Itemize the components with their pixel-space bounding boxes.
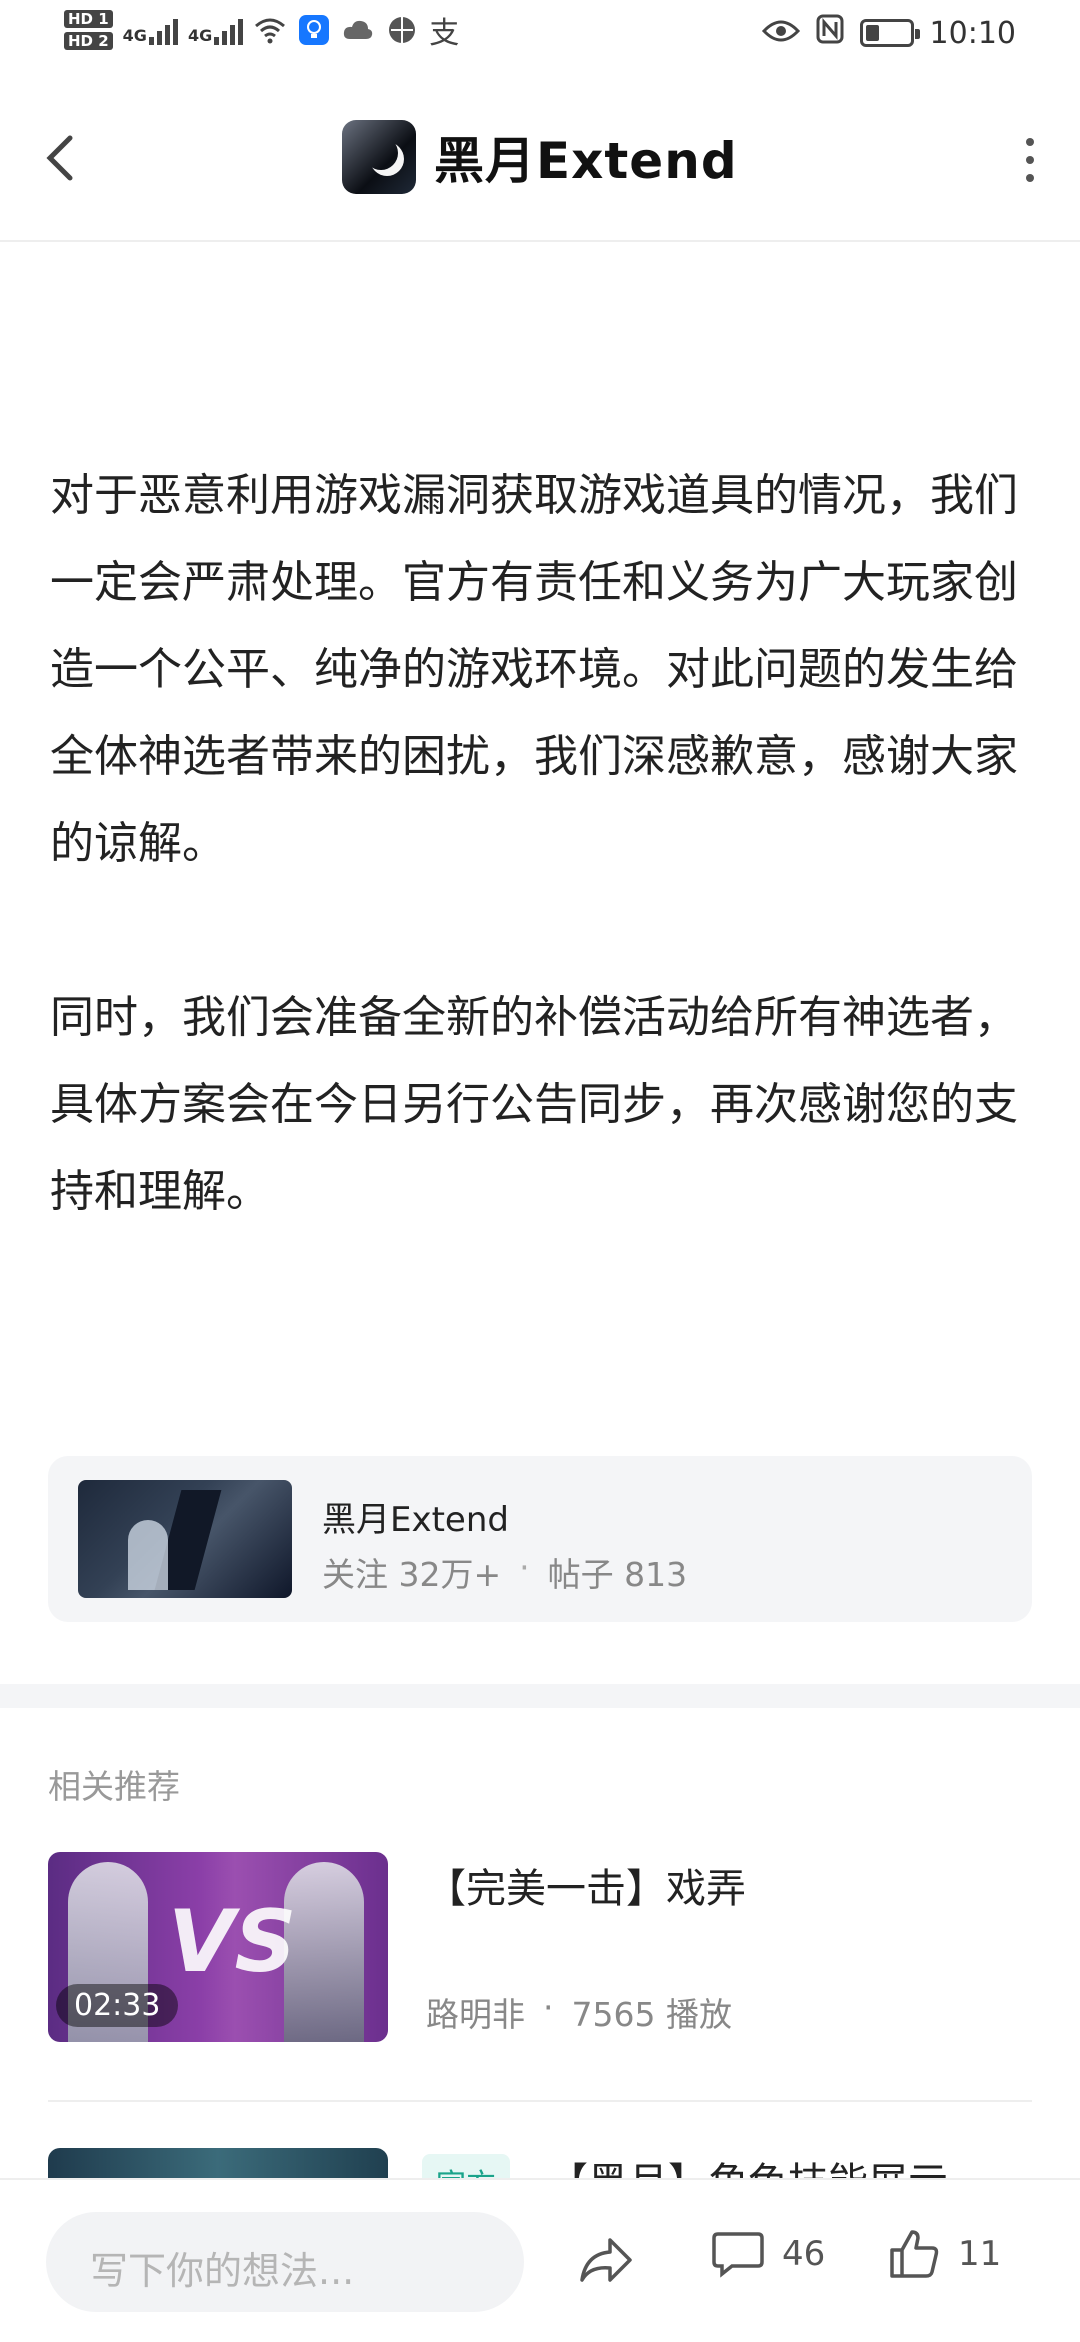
- forum-card[interactable]: 黑月Extend 关注 32万+ · 帖子 813: [48, 1456, 1032, 1622]
- more-vertical-icon: [1026, 138, 1034, 146]
- notification-app-icon: [297, 13, 331, 47]
- browser-icon: [385, 13, 419, 47]
- share-icon: [580, 2238, 632, 2282]
- forum-logo-icon: [342, 120, 416, 194]
- status-bar-left: HD 1 HD 2 4G 4G 支: [64, 8, 459, 52]
- signal-1: 4G: [123, 15, 178, 45]
- comments-button[interactable]: 46: [712, 2230, 825, 2278]
- forum-stats: 关注 32万+ · 帖子 813: [322, 1548, 687, 1596]
- clock: 10:10: [929, 15, 1016, 51]
- comment-input[interactable]: 写下你的想法...: [46, 2212, 524, 2312]
- hd-badges: HD 1 HD 2: [64, 10, 113, 50]
- author-name: 路明非: [426, 1995, 525, 2034]
- video-thumbnail: VS 02:33: [48, 1852, 388, 2042]
- like-count: 11: [958, 2234, 1002, 2274]
- more-options-button[interactable]: [1018, 138, 1042, 182]
- forum-name: 黑月Extend: [322, 1500, 509, 1540]
- comment-placeholder: 写下你的想法...: [90, 2249, 355, 2293]
- battery-level: [865, 25, 879, 41]
- page-title: 黑月Extend: [434, 132, 738, 190]
- status-bar-right: 10:10: [761, 14, 1016, 52]
- cloud-icon: [341, 13, 375, 47]
- recommendation-title: 【完美一击】戏弄: [426, 1866, 746, 1912]
- forum-posts: 帖子 813: [547, 1555, 688, 1594]
- back-button[interactable]: [40, 126, 88, 190]
- hd1-badge: HD 1: [64, 10, 113, 28]
- wifi-icon: [253, 13, 287, 47]
- alipay-icon: 支: [429, 16, 460, 51]
- forum-cover-image: [78, 1480, 292, 1598]
- signal-bars-icon: [148, 15, 178, 45]
- article-paragraph: 同时，我们会准备全新的补偿活动给所有神选者，具体方案会在今日另行公告同步，再次感…: [50, 992, 1018, 1217]
- list-divider: [48, 2100, 1032, 2102]
- play-count: 7565 播放: [571, 1995, 732, 2034]
- signal-bars-icon: [214, 15, 244, 45]
- status-bar: HD 1 HD 2 4G 4G 支 10:10: [0, 0, 1080, 76]
- article-body: 对于恶意利用游戏漏洞获取游戏道具的情况，我们一定会严肃处理。官方有责任和义务为广…: [50, 452, 1030, 1235]
- separator-dot: ·: [543, 1988, 554, 2027]
- share-button[interactable]: [576, 2232, 636, 2288]
- like-button[interactable]: 11: [888, 2228, 1001, 2280]
- eye-icon: [761, 16, 800, 51]
- recommendation-meta: 路明非 · 7565 播放: [426, 1988, 732, 2036]
- section-divider: [0, 1684, 1080, 1708]
- recommendations-heading: 相关推荐: [48, 1767, 180, 1806]
- comment-icon: [712, 2232, 764, 2278]
- forum-title[interactable]: 黑月Extend: [342, 120, 738, 194]
- recommendation-item[interactable]: VS 02:33 【完美一击】戏弄 路明非 · 7565 播放: [48, 1852, 1032, 2052]
- article-paragraph: 对于恶意利用游戏漏洞获取游戏道具的情况，我们一定会严肃处理。官方有责任和义务为广…: [50, 470, 1018, 869]
- bottom-action-bar: 写下你的想法... 46 11: [0, 2178, 1080, 2342]
- chevron-left-icon: [46, 135, 73, 181]
- network-type-1: 4G: [122, 26, 147, 45]
- hd2-badge: HD 2: [64, 32, 113, 50]
- nfc-icon: [816, 14, 844, 52]
- signal-2: 4G: [187, 15, 244, 45]
- forum-followers: 关注 32万+: [322, 1555, 502, 1594]
- thumbs-up-icon: [890, 2230, 939, 2278]
- network-type-2: 4G: [187, 26, 213, 45]
- video-duration: 02:33: [56, 1984, 179, 2027]
- comment-count: 46: [782, 2234, 826, 2274]
- battery-icon: [859, 19, 920, 47]
- separator-dot: ·: [519, 1548, 530, 1587]
- top-app-bar: 黑月Extend: [0, 82, 1080, 242]
